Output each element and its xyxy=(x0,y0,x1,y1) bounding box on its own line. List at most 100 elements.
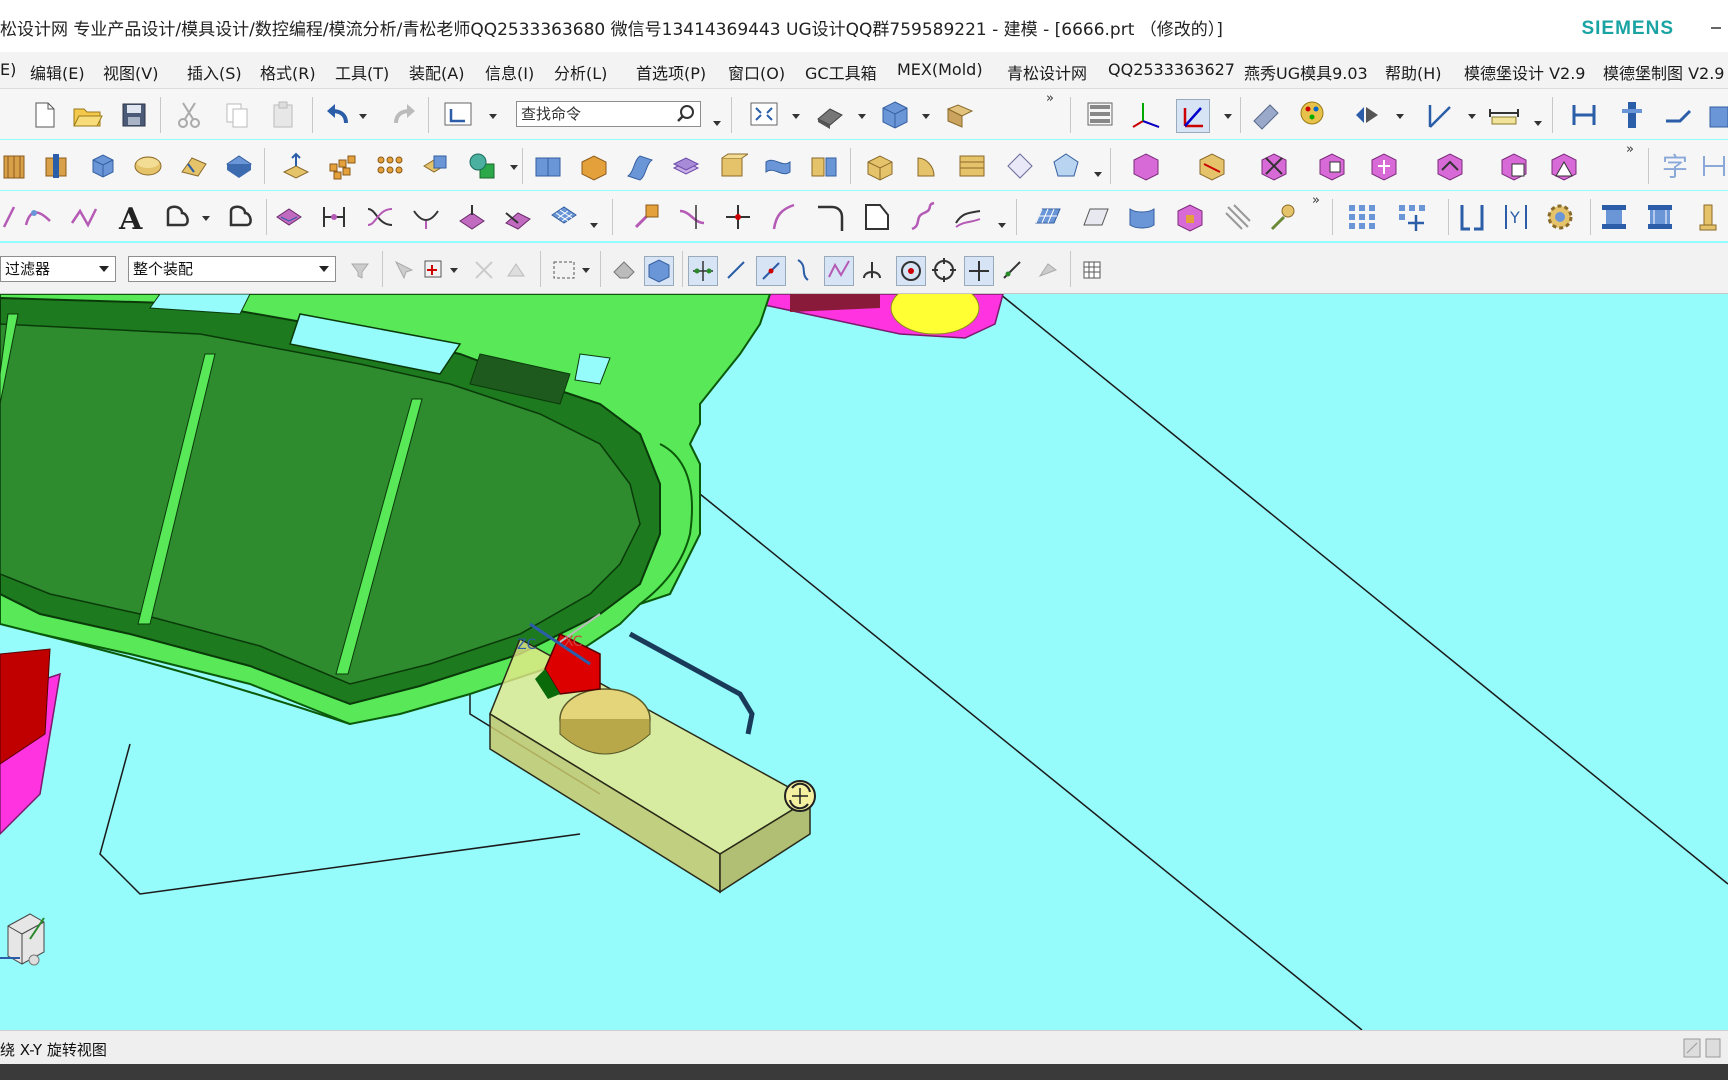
curve-length-icon[interactable] xyxy=(768,201,800,233)
csys-icon[interactable] xyxy=(1131,99,1163,131)
gear-icon[interactable] xyxy=(1544,201,1576,233)
select-dropdown-icon[interactable] xyxy=(448,256,460,284)
divide-curve-icon[interactable] xyxy=(722,201,754,233)
menu-yanxiu[interactable]: 燕秀UG模具9.03 xyxy=(1244,60,1368,84)
curve-trim-icon[interactable] xyxy=(676,201,708,233)
menu-gc-toolkit[interactable]: GC工具箱 xyxy=(805,60,877,84)
box-icon[interactable] xyxy=(864,150,896,182)
text-icon[interactable]: A xyxy=(115,201,147,237)
box-select-icon[interactable] xyxy=(550,256,578,284)
thicken-icon[interactable] xyxy=(716,150,750,182)
mold-tool-4-icon[interactable] xyxy=(1316,150,1348,182)
menu-tools[interactable]: 工具(T) xyxy=(335,60,389,84)
menu-modebao-design[interactable]: 模德堡设计 V2.9 xyxy=(1464,60,1585,84)
split-body-icon[interactable] xyxy=(808,150,840,182)
search-input[interactable] xyxy=(517,102,675,126)
vector-icon[interactable] xyxy=(1424,99,1456,131)
spline-icon[interactable] xyxy=(22,201,54,233)
menu-preferences[interactable]: 首选项(P) xyxy=(636,60,706,84)
revolve-icon[interactable] xyxy=(40,150,72,182)
mold-tool-8-icon[interactable] xyxy=(1548,150,1580,182)
paint-icon[interactable] xyxy=(1296,99,1328,131)
law-dropdown-icon[interactable] xyxy=(996,201,1008,233)
selection-scope-status-icon[interactable] xyxy=(1682,1037,1722,1063)
menu-view[interactable]: 视图(V) xyxy=(103,60,158,84)
mold-tool-3-icon[interactable] xyxy=(1258,150,1290,182)
solid-cube-icon[interactable] xyxy=(1174,201,1206,233)
deselect-icon[interactable] xyxy=(470,256,498,284)
menu-qingsong[interactable]: 青松设计网 xyxy=(1007,60,1087,84)
undo-icon[interactable] xyxy=(322,99,354,131)
ruler-dropdown-icon[interactable] xyxy=(1532,99,1544,131)
menu-info[interactable]: 信息(I) xyxy=(485,60,534,84)
move-face-icon[interactable] xyxy=(280,150,312,182)
shaded-view-icon[interactable] xyxy=(814,99,846,131)
fill-surface-icon[interactable] xyxy=(910,150,942,182)
snap-point-icon[interactable] xyxy=(964,256,994,286)
fillet-curve-icon[interactable] xyxy=(814,201,846,233)
cylinder-icon[interactable] xyxy=(132,150,164,182)
menu-file[interactable]: E) xyxy=(0,60,16,79)
trim-body-icon[interactable] xyxy=(762,150,794,182)
menu-mex-mold[interactable]: MEX(Mold) xyxy=(897,60,983,79)
bracket-icon[interactable] xyxy=(1456,201,1488,233)
vector-dropdown-icon[interactable] xyxy=(1466,99,1478,131)
parting-line[interactable] xyxy=(99,743,581,895)
toolbar-overflow-icon[interactable]: » xyxy=(1312,193,1320,208)
ruled-surface-icon[interactable] xyxy=(1126,201,1158,233)
menu-edit[interactable]: 编辑(E) xyxy=(30,60,85,84)
paste-icon[interactable] xyxy=(268,99,300,131)
type-filter-dropdown[interactable]: 过滤器 xyxy=(0,256,116,282)
snap-curve-icon[interactable] xyxy=(790,256,818,284)
mold-tool-icon[interactable] xyxy=(1130,150,1162,182)
snap-line-icon[interactable] xyxy=(722,256,750,284)
search-icon[interactable] xyxy=(676,104,696,128)
command-search[interactable] xyxy=(516,101,701,127)
snap-dropdown-icon[interactable] xyxy=(1394,99,1406,131)
wrench-icon[interactable] xyxy=(630,201,662,233)
prism-icon[interactable] xyxy=(1004,150,1036,182)
offset-curve-icon[interactable] xyxy=(162,201,194,233)
menu-modebao-drawing[interactable]: 模德堡制图 V2.9 xyxy=(1603,60,1724,84)
offset-dropdown-icon[interactable] xyxy=(200,201,212,233)
text-font-icon[interactable]: 字 xyxy=(1660,150,1692,183)
search-dropdown-icon[interactable] xyxy=(711,99,723,131)
helix-icon[interactable] xyxy=(906,201,938,233)
snap-midpoint-icon[interactable] xyxy=(756,256,786,286)
y-slider-icon[interactable]: Y xyxy=(1500,201,1532,233)
cube-view-icon[interactable] xyxy=(879,99,911,131)
hatch-surface-icon[interactable] xyxy=(1222,201,1254,233)
eraser-icon[interactable] xyxy=(610,256,638,284)
menu-help[interactable]: 帮助(H) xyxy=(1385,60,1442,84)
pin-icon[interactable] xyxy=(1616,99,1648,131)
trim-icon[interactable] xyxy=(318,201,350,233)
bridge-curve-icon[interactable] xyxy=(410,201,442,233)
bend-icon[interactable] xyxy=(1662,99,1694,131)
pin-tool-icon[interactable] xyxy=(1268,201,1300,233)
snap-endpoint-icon[interactable] xyxy=(688,256,718,286)
box-select-dropdown-icon[interactable] xyxy=(580,256,592,284)
wcs-orient-icon[interactable] xyxy=(442,99,474,131)
hatch-box-icon[interactable] xyxy=(956,150,988,182)
model-view[interactable]: ZC XC xyxy=(0,294,1728,1030)
layer-icon[interactable] xyxy=(1084,99,1116,131)
pattern-feature-icon[interactable] xyxy=(374,150,406,182)
toolbar-overflow-icon[interactable]: » xyxy=(1626,142,1634,157)
surface-grid-icon[interactable] xyxy=(1032,201,1064,233)
extrude-icon[interactable] xyxy=(0,150,32,182)
copy-icon[interactable] xyxy=(221,99,253,131)
view-orientation-triad-icon[interactable] xyxy=(0,913,45,966)
filter-icon[interactable] xyxy=(346,256,374,284)
cut-icon[interactable] xyxy=(173,99,205,131)
poly-dropdown-icon[interactable] xyxy=(1092,150,1104,182)
show-solid-icon[interactable] xyxy=(644,256,674,286)
fit-view-icon[interactable] xyxy=(748,99,780,131)
mold-tool-2-icon[interactable] xyxy=(1196,150,1228,182)
project-curve-icon[interactable] xyxy=(225,201,257,233)
datum-line[interactable] xyxy=(699,493,1363,1030)
blend-icon[interactable] xyxy=(223,150,255,182)
subtract-dropdown-icon[interactable] xyxy=(508,150,520,182)
subtract-icon[interactable] xyxy=(466,150,498,182)
menu-assembly[interactable]: 装配(A) xyxy=(409,60,464,84)
ejector-icon[interactable] xyxy=(1568,99,1600,131)
